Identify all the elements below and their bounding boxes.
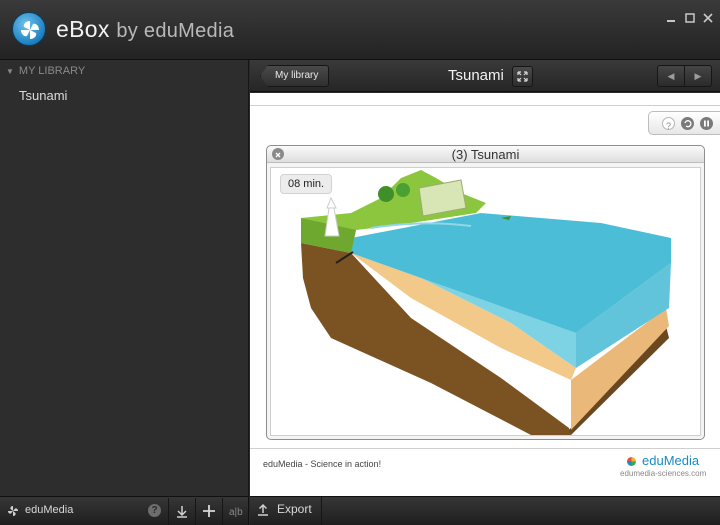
- lighthouse: [324, 207, 340, 237]
- elapsed-time-badge: 08 min.: [280, 174, 333, 194]
- maximize-icon[interactable]: [683, 11, 697, 25]
- app-title: eBox by eduMedia: [56, 16, 234, 43]
- expand-icon[interactable]: [512, 66, 533, 87]
- svg-text:a|b: a|b: [229, 507, 243, 518]
- library-item-tsunami[interactable]: Tsunami: [19, 88, 67, 103]
- tsunami-scene: [301, 170, 671, 435]
- edumedia-user-icon: [8, 506, 18, 516]
- close-icon[interactable]: [701, 11, 715, 25]
- tsunami-simulation[interactable]: 08 min.: [270, 167, 701, 436]
- user-label[interactable]: eduMedia: [25, 504, 73, 516]
- title-bar: eBox by eduMedia: [0, 0, 720, 60]
- reset-icon[interactable]: [681, 117, 694, 130]
- help-button[interactable]: ?: [148, 504, 161, 517]
- export-icon: [258, 503, 268, 516]
- content-title: Tsunami: [448, 67, 504, 84]
- content-panel: ? (3) Tsunami 08 min. eduMedia - Science…: [250, 93, 720, 496]
- content-header: My library Tsunami ◀ ▶: [250, 60, 720, 92]
- help-icon[interactable]: ?: [662, 117, 675, 131]
- download-icon[interactable]: [168, 498, 194, 525]
- pause-icon[interactable]: [700, 117, 713, 130]
- divider: [321, 497, 322, 525]
- lighthouse-top: [326, 196, 337, 209]
- previous-icon[interactable]: ◀: [657, 65, 685, 87]
- svg-text:?: ?: [666, 121, 671, 131]
- simulation-frame: (3) Tsunami 08 min.: [266, 145, 705, 440]
- divider: [250, 105, 720, 106]
- collapse-triangle-icon: ▼: [6, 67, 14, 76]
- library-header-label: MY LIBRARY: [18, 65, 86, 77]
- divider: [250, 448, 720, 449]
- simulation-title-bar: (3) Tsunami: [267, 146, 704, 163]
- export-label: Export: [277, 502, 312, 516]
- library-sidebar: ▼ MY LIBRARY Tsunami: [0, 60, 249, 496]
- footer-tagline: eduMedia - Science in action!: [263, 459, 382, 469]
- edumedia-logo-icon: [627, 457, 636, 466]
- ebox-window: eBox by eduMedia ▼ MY LIBRARY Tsunami My …: [0, 0, 720, 525]
- app-by-label: by eduMedia: [116, 20, 235, 42]
- tree: [396, 183, 410, 197]
- sort-icon[interactable]: a|b: [222, 498, 248, 525]
- simulation-title: (3) Tsunami: [451, 147, 520, 162]
- minimize-icon[interactable]: [664, 11, 678, 25]
- ebox-logo-icon: [12, 12, 46, 46]
- library-header[interactable]: ▼ MY LIBRARY: [6, 65, 85, 77]
- footer-url[interactable]: edumedia-sciences.com: [620, 469, 706, 478]
- tree: [378, 186, 394, 202]
- footer-brand-label: eduMedia: [642, 453, 700, 468]
- content-toolbar: Export: [250, 496, 720, 525]
- plus-icon[interactable]: [195, 498, 221, 525]
- app-name: eBox: [56, 16, 110, 42]
- next-icon[interactable]: ▶: [684, 65, 712, 87]
- sidebar-toolbar: eduMedia ? a|b: [0, 496, 249, 525]
- my-library-back-button[interactable]: My library: [260, 65, 330, 87]
- simulation-controls: ?: [648, 111, 720, 135]
